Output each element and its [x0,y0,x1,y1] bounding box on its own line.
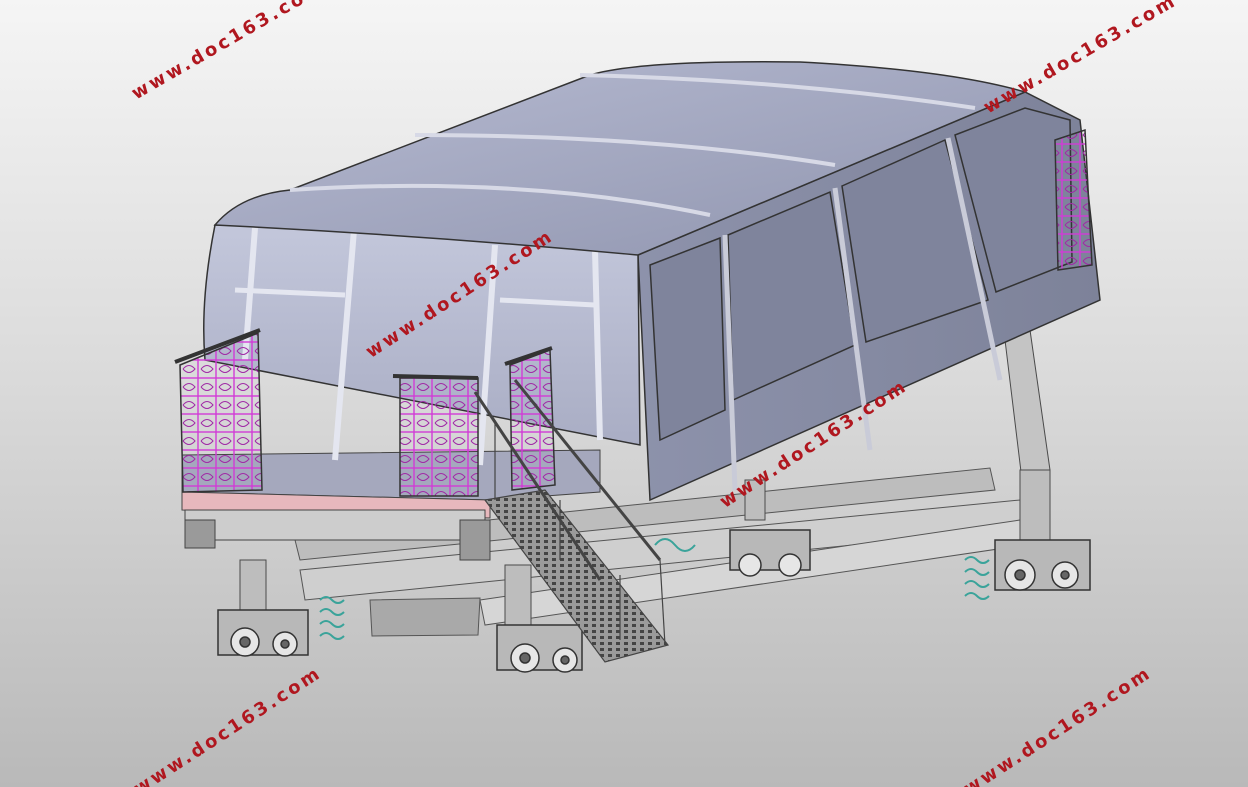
cad-viewport: www.doc163.com www.doc163.com www.doc163… [0,0,1248,787]
cad-model-render [174,61,1101,673]
